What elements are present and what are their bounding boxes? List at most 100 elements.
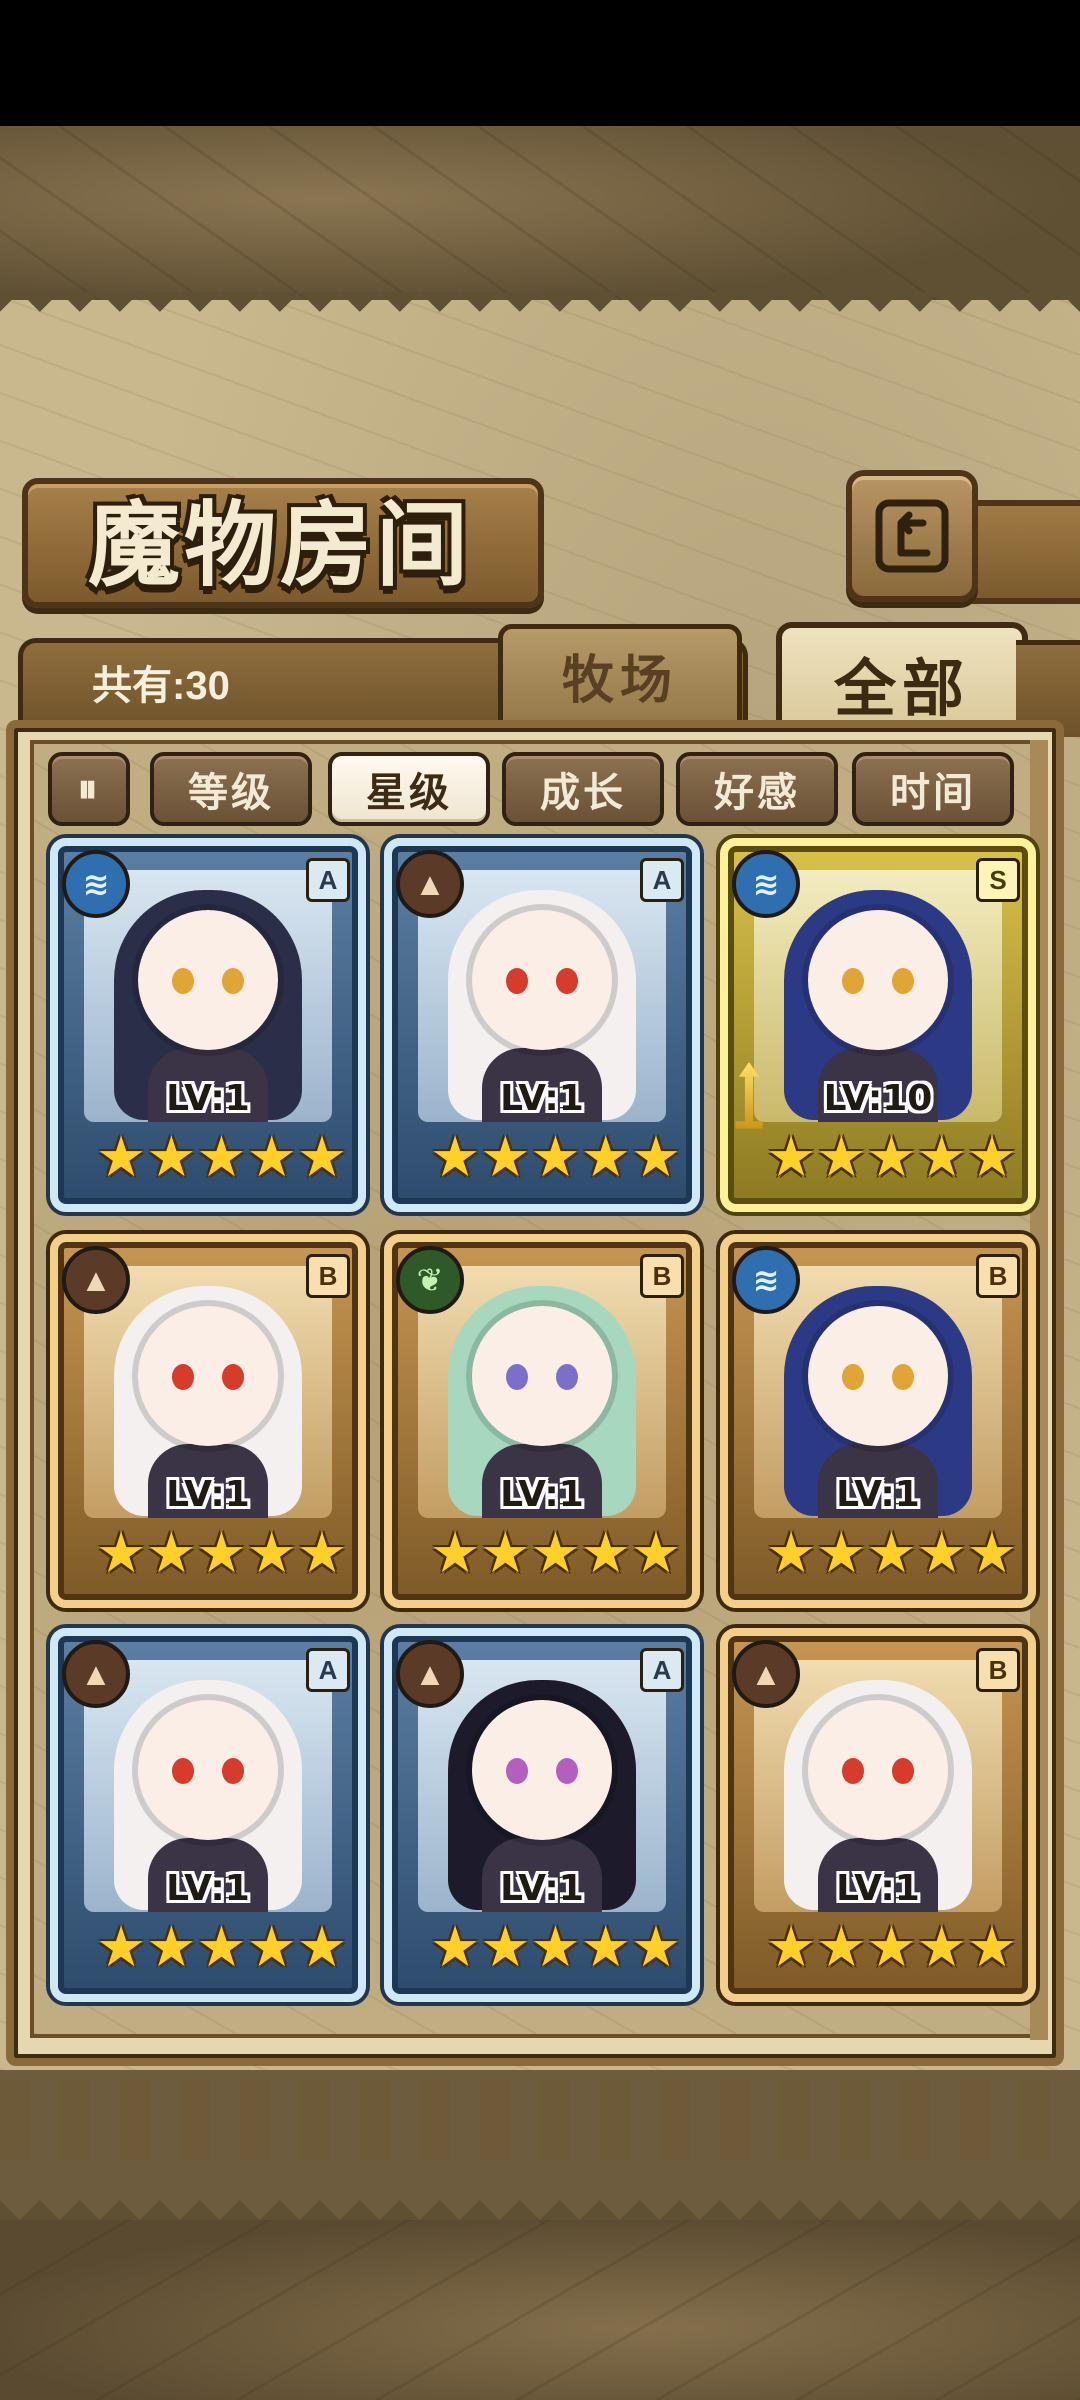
star-icon: ★ (430, 1521, 481, 1584)
star-icon: ★ (630, 1125, 682, 1188)
star-icon: ★ (916, 1915, 967, 1978)
monster-card[interactable]: LV:1 ★ ★ ★ ★ ★ ≋ A (50, 838, 366, 1212)
star-rating: ★ ★ ★ ★ ★ (96, 1521, 347, 1584)
star-icon: ★ (816, 1915, 867, 1978)
sort-button[interactable]: 成长 (502, 752, 664, 826)
star-icon: ★ (430, 1125, 481, 1188)
monster-card[interactable]: LV:1 ★ ★ ★ ★ ★ ▲ A (50, 1628, 366, 2002)
star-icon: ★ (246, 1125, 297, 1188)
water-element-icon: ≋ (62, 850, 130, 918)
sort-button[interactable]: 等级 (150, 752, 312, 826)
star-icon: ★ (480, 1125, 531, 1188)
monster-eye (172, 968, 194, 994)
star-icon: ★ (966, 1521, 1018, 1584)
star-icon: ★ (296, 1915, 348, 1978)
monster-eye (842, 968, 864, 994)
monster-card[interactable]: LV:1 ★ ★ ★ ★ ★ ▲ B (720, 1628, 1036, 2002)
star-icon: ★ (580, 1915, 631, 1978)
monster-eye (842, 1758, 864, 1784)
monster-eye (172, 1364, 194, 1390)
rank-badge: B (976, 1648, 1020, 1692)
star-icon: ★ (146, 1521, 197, 1584)
monster-face (808, 910, 948, 1050)
monster-card[interactable]: LV:1 ★ ★ ★ ★ ★ ▲ B (50, 1234, 366, 1608)
star-rating: ★ ★ ★ ★ ★ (766, 1915, 1017, 1978)
star-icon: ★ (816, 1125, 867, 1188)
monster-card[interactable]: LV:1 ★ ★ ★ ★ ★ ≋ B (720, 1234, 1036, 1608)
sort-button[interactable]: 好感 (676, 752, 838, 826)
monster-level: LV:1 (836, 1868, 920, 1909)
star-icon: ★ (196, 1125, 247, 1188)
star-icon: ★ (96, 1125, 147, 1188)
sort-button[interactable]: 时间 (852, 752, 1014, 826)
back-button[interactable] (846, 470, 978, 602)
monster-eye (842, 1364, 864, 1390)
monster-eye (506, 968, 528, 994)
monster-level: LV:1 (166, 1474, 250, 1515)
status-bar (0, 0, 1080, 126)
star-icon: ★ (966, 1915, 1018, 1978)
earth-element-icon: ▲ (732, 1640, 800, 1708)
map-background-bottom (0, 2220, 1080, 2400)
panel-wave-decoration (0, 2080, 1080, 2160)
star-icon: ★ (96, 1521, 147, 1584)
star-icon: ★ (246, 1915, 297, 1978)
star-icon: ★ (766, 1521, 817, 1584)
monster-face (472, 910, 612, 1050)
rank-badge: A (306, 858, 350, 902)
monster-level: LV:1 (166, 1868, 250, 1909)
page-title: 魔物房间 (87, 490, 472, 599)
monster-eye (222, 968, 244, 994)
star-icon: ★ (630, 1915, 682, 1978)
monster-level: LV:1 (166, 1078, 250, 1119)
star-icon: ★ (146, 1915, 197, 1978)
monster-card[interactable]: LV:1 ★ ★ ★ ★ ★ ▲ A (384, 1628, 700, 2002)
star-icon: ★ (296, 1521, 348, 1584)
star-icon: ★ (246, 1521, 297, 1584)
star-icon: ★ (766, 1125, 817, 1188)
earth-element-icon: ▲ (62, 1246, 130, 1314)
monster-eye (892, 1364, 914, 1390)
monster-eye (892, 1758, 914, 1784)
monster-eye (892, 968, 914, 994)
sort-order-toggle[interactable]: ⏸ (48, 752, 130, 826)
rank-badge: A (640, 858, 684, 902)
star-icon: ★ (766, 1915, 817, 1978)
monster-level: LV:1 (500, 1078, 584, 1119)
sort-button[interactable]: 星级 (328, 752, 490, 826)
star-icon: ★ (530, 1521, 581, 1584)
panel-edge-top (0, 292, 1080, 332)
rank-badge: B (976, 1254, 1020, 1298)
star-icon: ★ (580, 1521, 631, 1584)
monster-face (138, 1306, 278, 1446)
monster-eye (556, 968, 578, 994)
monster-card[interactable]: LV:1 ★ ★ ★ ★ ★ ▲ A (384, 838, 700, 1212)
monster-card[interactable]: LV:1 ★ ★ ★ ★ ★ ❦ B (384, 1234, 700, 1608)
monster-eye (556, 1364, 578, 1390)
star-icon: ★ (530, 1915, 581, 1978)
water-element-icon: ≋ (732, 1246, 800, 1314)
monster-eye (222, 1364, 244, 1390)
map-background-top (0, 126, 1080, 306)
star-rating: ★ ★ ★ ★ ★ (766, 1521, 1017, 1584)
tab-ranch[interactable]: 牧场 (498, 624, 742, 726)
star-icon: ★ (916, 1125, 967, 1188)
star-icon: ★ (916, 1521, 967, 1584)
star-icon: ★ (866, 1125, 917, 1188)
star-rating: ★ ★ ★ ★ ★ (430, 1521, 681, 1584)
monster-eye (506, 1364, 528, 1390)
rank-badge: B (306, 1254, 350, 1298)
monster-count: 共有:30 (92, 664, 230, 708)
star-icon: ★ (196, 1915, 247, 1978)
panel-edge-bottom (0, 2150, 1080, 2220)
star-rating: ★ ★ ★ ★ ★ (96, 1125, 347, 1188)
back-rail (966, 500, 1080, 604)
star-icon: ★ (866, 1521, 917, 1584)
monster-face (808, 1700, 948, 1840)
star-icon: ★ (866, 1915, 917, 1978)
monster-card[interactable]: LV:10 ★ ★ ★ ★ ★ ≋ S (720, 838, 1036, 1212)
star-rating: ★ ★ ★ ★ ★ (430, 1915, 681, 1978)
monster-level: LV:1 (836, 1474, 920, 1515)
star-icon: ★ (816, 1521, 867, 1584)
star-icon: ★ (430, 1915, 481, 1978)
